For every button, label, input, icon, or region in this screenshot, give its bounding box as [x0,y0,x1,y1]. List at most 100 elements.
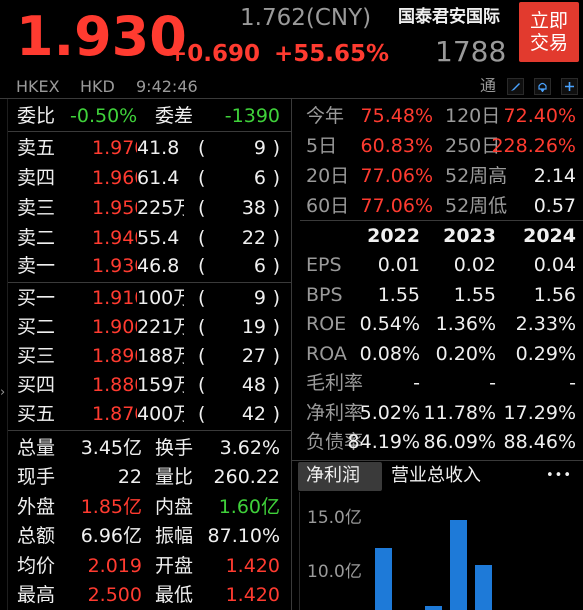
financial-row: 负债率 84.19% 86.09% 88.46% [300,427,583,457]
close-paren: ) [272,137,280,159]
wei-cha-value: -1390 [224,105,280,127]
stat-label: 量比 [155,466,194,488]
wei-bi-label: 委比 [17,105,56,127]
tab-total-revenue[interactable]: 营业总收入 [391,464,481,488]
stat-row: 现手 22 量比 260.22 [0,462,290,492]
ask-row[interactable]: 卖四 1.960 61.4 ( 6 ) [0,163,290,193]
ask-row[interactable]: 卖一 1.930 46.8 ( 6 ) [0,251,290,281]
ask-volume: 41.8 [137,137,180,159]
stat-label: 外盘 [17,496,56,518]
open-paren: ( [198,227,206,249]
financial-row: 毛利率 - - - [300,368,583,398]
financial-label: ROE [306,313,347,335]
ask-label: 卖一 [17,255,56,277]
stat-label: 总量 [17,437,56,459]
currency-label: HKD [80,77,115,96]
open-paren: ( [198,255,206,277]
ask-volume: 55.4 [137,227,180,249]
year-label: 2023 [443,225,496,247]
bid-label: 买三 [17,345,56,367]
trade-now-label: 立即交易 [529,10,568,54]
add-watchlist-icon[interactable] [561,78,578,95]
chart-bar[interactable] [475,565,492,610]
performance-row: 60日 77.06% 52周低 0.57 [300,191,583,221]
close-paren: ) [272,255,280,277]
close-paren: ) [272,374,280,396]
perf-value: 228.26% [491,135,576,157]
wei-cha-label: 委差 [155,105,194,127]
reference-price: 1.762(CNY) [240,5,372,31]
financial-row: BPS 1.55 1.55 1.56 [300,280,583,310]
edit-icon[interactable] [507,78,524,95]
financial-value: 1.55 [453,283,496,306]
alert-bell-icon[interactable] [534,78,551,95]
bid-row[interactable]: 买二 1.900 221万 ( 19 ) [0,312,290,342]
perf-label: 52周高 [445,165,508,187]
financial-value: - [489,372,496,394]
chart-bar[interactable] [450,520,467,610]
bid-row[interactable]: 买三 1.890 188万 ( 27 ) [0,341,290,371]
bid-label: 买一 [17,287,56,309]
bid-volume: 400万 [137,403,184,425]
bid-row[interactable]: 买四 1.880 159万 ( 48 ) [0,370,290,400]
financial-value: - [569,372,576,394]
stock-name: 国泰君安国际 [398,7,500,27]
financial-value: 0.04 [533,254,576,276]
financial-value: 86.09% [423,431,496,453]
perf-label: 20日 [306,165,350,187]
close-paren: ) [272,167,280,189]
stat-label: 内盘 [155,496,194,518]
close-paren: ) [272,316,280,338]
chart-bar[interactable] [375,548,392,610]
perf-value: 77.06% [360,195,433,217]
perf-value: 2.14 [533,165,576,187]
stat-row: 最高 2.500 最低 1.420 [0,580,290,610]
bid-price: 1.890 [92,345,137,367]
more-icon[interactable]: ••• [546,464,572,488]
open-paren: ( [198,345,206,367]
close-paren: ) [272,197,280,219]
ask-price: 1.940 [92,227,137,249]
stock-code: 1788 [435,35,507,68]
bid-count: 27 [241,345,266,367]
ask-row[interactable]: 卖二 1.940 55.4 ( 22 ) [0,223,290,253]
ask-count: 9 [253,137,266,159]
connect-label: 通 [480,76,497,95]
financial-value: 0.08% [359,342,420,365]
ask-label: 卖四 [17,167,56,189]
ask-label: 卖三 [17,197,56,219]
stat-value: 87.10% [207,525,280,547]
stat-value: 3.62% [219,437,280,459]
tab-net-profit[interactable]: 净利润 [298,462,382,491]
bid-volume: 221万 [137,316,184,338]
bid-count: 19 [241,316,266,338]
stat-row: 总量 3.45亿 换手 3.62% [0,433,290,463]
financial-value: 1.55 [377,283,420,306]
bid-row[interactable]: 买一 1.910 100万 ( 9 ) [0,283,290,313]
financial-years-row: 2022 2023 2024 [300,221,583,251]
financial-value: 0.01 [377,254,420,276]
open-paren: ( [198,403,206,425]
year-label: 2022 [367,225,420,247]
financial-row: ROA 0.08% 0.20% 0.29% [300,339,583,369]
stat-row: 均价 2.019 开盘 1.420 [0,551,290,581]
stat-label: 开盘 [155,555,194,577]
ask-volume: 46.8 [137,255,180,277]
financial-value: 5.02% [359,401,420,424]
bid-stats-divider [8,430,291,431]
financial-value: 11.78% [423,401,496,424]
financial-label: ROA [306,342,347,365]
financial-row: EPS 0.01 0.02 0.04 [300,250,583,280]
bid-row[interactable]: 买五 1.870 400万 ( 42 ) [0,399,290,429]
last-price: 1.930 [16,5,187,68]
ask-price: 1.950 [92,197,137,219]
perf-label: 52周低 [445,195,508,217]
chart-bar[interactable] [425,606,442,610]
financial-row: ROE 0.54% 1.36% 2.33% [300,309,583,339]
ask-row[interactable]: 卖三 1.950 225万 ( 38 ) [0,193,290,223]
ask-row[interactable]: 卖五 1.970 41.8 ( 9 ) [0,133,290,163]
trade-now-button[interactable]: 立即交易 [519,2,579,62]
open-paren: ( [198,287,206,309]
perf-value: 0.57 [533,195,576,217]
bid-volume: 188万 [137,345,184,367]
